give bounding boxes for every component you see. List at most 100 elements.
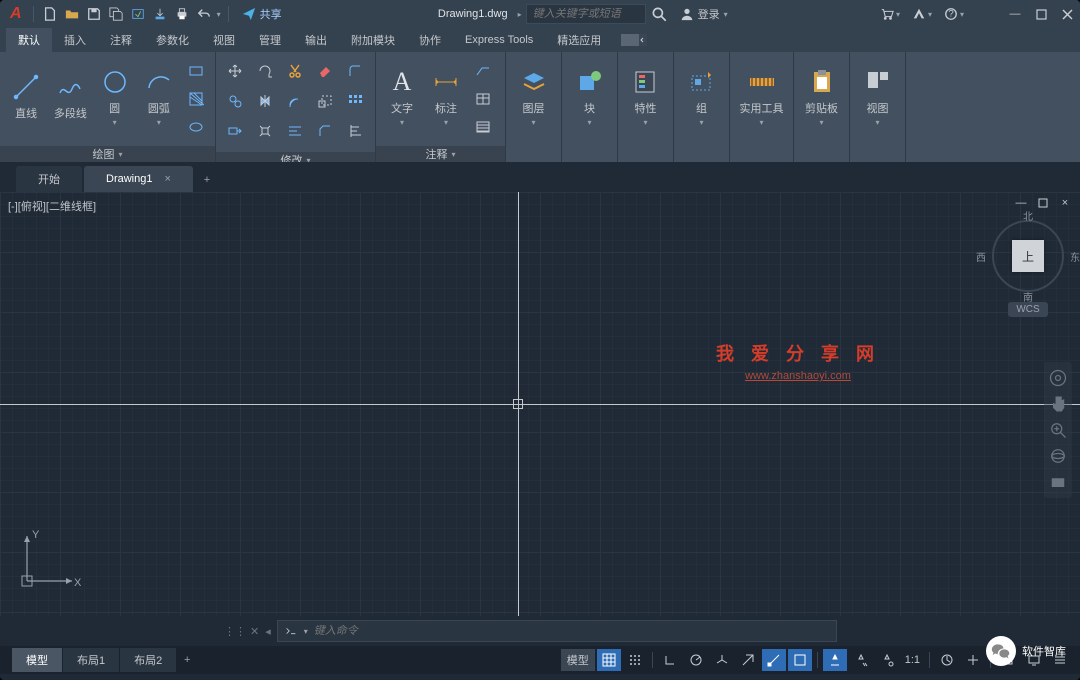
view-panel-button[interactable]: 视图▾ <box>854 56 901 136</box>
properties-button[interactable]: 特性▾ <box>622 56 669 136</box>
polyline-button[interactable]: 多段线 <box>48 56 92 136</box>
annoscale-toggle[interactable] <box>823 649 847 671</box>
web-save-icon[interactable] <box>151 5 169 23</box>
undo-icon[interactable] <box>195 5 213 23</box>
close-icon[interactable]: × <box>164 173 170 185</box>
tab-express[interactable]: Express Tools <box>453 28 545 52</box>
open-icon[interactable] <box>63 5 81 23</box>
layout-tab-model[interactable]: 模型 <box>12 648 63 672</box>
array-button[interactable] <box>342 88 368 114</box>
zoom-button[interactable] <box>1048 420 1068 440</box>
vp-maximize-button[interactable] <box>1036 196 1050 210</box>
cmd-history-scroll[interactable]: ⋮⋮✕◂ <box>224 625 271 638</box>
mirror-button[interactable] <box>252 88 278 114</box>
layout-tab-2[interactable]: 布局2 <box>120 648 177 672</box>
clipboard-button[interactable]: 剪贴板▾ <box>798 56 845 136</box>
align-button[interactable] <box>342 118 368 144</box>
file-tab-drawing1[interactable]: Drawing1× <box>84 166 193 192</box>
viewcube-top-face[interactable]: 上 <box>1012 240 1044 272</box>
scale-button[interactable] <box>312 88 338 114</box>
draw-panel-title[interactable]: 绘图▾ <box>0 146 215 162</box>
copy-button[interactable] <box>222 88 248 114</box>
search-input[interactable] <box>526 4 646 24</box>
polar-toggle[interactable] <box>684 649 708 671</box>
scale-button[interactable]: 1:1 <box>901 649 924 671</box>
utils-button[interactable]: 实用工具▾ <box>734 56 789 136</box>
pan-button[interactable] <box>1048 394 1068 414</box>
tab-featured[interactable]: 精选应用 <box>545 28 613 52</box>
tab-annotate[interactable]: 注释 <box>98 28 144 52</box>
full-nav-wheel-button[interactable] <box>1048 368 1068 388</box>
grid-toggle[interactable] <box>597 649 621 671</box>
block-button[interactable]: 块▾ <box>566 56 613 136</box>
ortho-toggle[interactable] <box>658 649 682 671</box>
tab-parametric[interactable]: 参数化 <box>144 28 201 52</box>
title-dropdown-icon[interactable]: ▸ <box>518 10 522 19</box>
dimension-button[interactable]: 标注▾ <box>424 56 468 136</box>
layers-button[interactable]: 图层▾ <box>510 56 557 136</box>
file-tab-start[interactable]: 开始 <box>16 166 82 192</box>
text-button[interactable]: A文字▾ <box>380 56 424 136</box>
annotation-monitor-button[interactable] <box>961 649 985 671</box>
stretch-button[interactable] <box>222 118 248 144</box>
login-button[interactable]: 登录 ▾ <box>672 6 736 22</box>
tab-default[interactable]: 默认 <box>6 28 52 52</box>
viewcube[interactable]: 北 南 西 东 上 WCS <box>992 220 1064 330</box>
tab-view[interactable]: 视图 <box>201 28 247 52</box>
share-button[interactable]: 共享 <box>236 4 288 24</box>
new-icon[interactable] <box>41 5 59 23</box>
trim-button[interactable] <box>282 58 308 84</box>
osnap-toggle[interactable] <box>762 649 786 671</box>
workspace-button[interactable] <box>935 649 959 671</box>
close-button[interactable] <box>1060 7 1074 21</box>
extend-button[interactable] <box>282 118 308 144</box>
autodesk-app-button[interactable]: ▾ <box>912 7 932 21</box>
isodraft-toggle[interactable] <box>710 649 734 671</box>
orbit-button[interactable] <box>1048 446 1068 466</box>
autoscale-toggle[interactable] <box>875 649 899 671</box>
search-icon[interactable] <box>650 5 668 23</box>
viewport-label[interactable]: [-][俯视][二维线框] <box>8 198 96 214</box>
layout-tab-1[interactable]: 布局1 <box>63 648 120 672</box>
explode-button[interactable] <box>252 118 278 144</box>
chamfer-button[interactable] <box>312 118 338 144</box>
web-open-icon[interactable] <box>129 5 147 23</box>
command-input[interactable] <box>314 625 830 637</box>
lineweight-toggle[interactable] <box>788 649 812 671</box>
rotate-button[interactable] <box>252 58 278 84</box>
circle-button[interactable]: 圆▾ <box>93 56 137 136</box>
tab-insert[interactable]: 插入 <box>52 28 98 52</box>
leader-button[interactable] <box>470 58 496 84</box>
offset-button[interactable] <box>282 88 308 114</box>
cart-button[interactable]: ▾ <box>880 7 900 21</box>
annovisibility-toggle[interactable] <box>849 649 873 671</box>
group-button[interactable]: 组▾ <box>678 56 725 136</box>
ellipse-button[interactable] <box>183 114 209 140</box>
otrack-toggle[interactable] <box>736 649 760 671</box>
rectangle-button[interactable] <box>183 58 209 84</box>
move-button[interactable] <box>222 58 248 84</box>
snap-toggle[interactable] <box>623 649 647 671</box>
arc-button[interactable]: 圆弧▾ <box>137 56 181 136</box>
vp-close-button[interactable]: × <box>1058 196 1072 210</box>
model-space-button[interactable]: 模型 <box>561 649 595 671</box>
tab-manage[interactable]: 管理 <box>247 28 293 52</box>
minimize-button[interactable]: — <box>1008 7 1022 21</box>
erase-button[interactable] <box>312 58 338 84</box>
wcs-label[interactable]: WCS <box>1008 302 1047 317</box>
line-button[interactable]: 直线 <box>4 56 48 136</box>
table-button[interactable] <box>470 86 496 112</box>
ribbon-minimize-button[interactable] <box>621 28 647 52</box>
tab-collaborate[interactable]: 协作 <box>407 28 453 52</box>
saveas-icon[interactable] <box>107 5 125 23</box>
tab-output[interactable]: 输出 <box>293 28 339 52</box>
canvas[interactable]: [-][俯视][二维线框] — × 我 爱 分 享 网 www.zhanshao… <box>0 192 1080 616</box>
fillet-button[interactable] <box>342 58 368 84</box>
print-icon[interactable] <box>173 5 191 23</box>
help-button[interactable]: ?▾ <box>944 7 964 21</box>
add-tab-button[interactable]: + <box>195 168 219 192</box>
showmotion-button[interactable] <box>1048 472 1068 492</box>
save-icon[interactable] <box>85 5 103 23</box>
field-button[interactable] <box>470 114 496 140</box>
annotate-panel-title[interactable]: 注释▾ <box>376 146 505 162</box>
